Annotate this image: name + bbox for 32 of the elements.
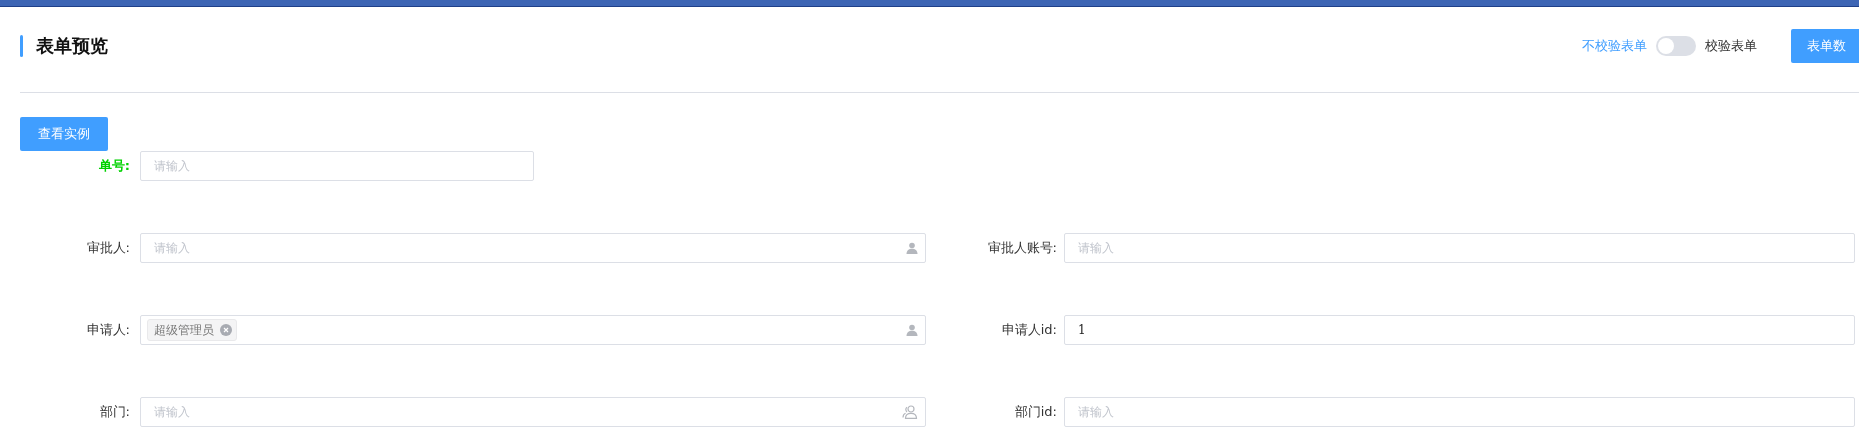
input-value: 1	[1077, 323, 1087, 337]
input-field[interactable]: 请输入	[1064, 233, 1855, 263]
title-accent-bar	[20, 35, 23, 57]
toggle-on-label: 校验表单	[1705, 37, 1757, 55]
user-icon[interactable]	[906, 324, 918, 336]
input-field[interactable]: 请输入	[1064, 397, 1855, 427]
field-label: 申请人:	[85, 321, 131, 339]
input-placeholder: 请输入	[153, 403, 191, 421]
input-field[interactable]: 1	[1064, 315, 1855, 345]
close-icon[interactable]	[220, 324, 232, 336]
field-label: 部门id:	[1013, 403, 1058, 421]
field-label: 申请人id:	[1000, 321, 1058, 339]
input-field[interactable]: 超级管理员	[140, 315, 926, 345]
input-placeholder: 请输入	[153, 239, 191, 257]
validate-switch[interactable]	[1656, 36, 1696, 56]
input-field[interactable]: 请输入	[140, 151, 534, 181]
page-title: 表单预览	[36, 34, 108, 58]
input-field[interactable]: 请输入	[140, 397, 926, 427]
input-field[interactable]: 请输入	[140, 233, 926, 263]
users-icon[interactable]	[902, 405, 918, 419]
field-label: 单号:	[97, 157, 131, 175]
field-label: 审批人:	[85, 239, 131, 257]
user-icon[interactable]	[906, 242, 918, 254]
input-placeholder: 请输入	[1077, 239, 1115, 257]
user-tag: 超级管理员	[147, 319, 237, 341]
field-label: 部门:	[98, 403, 131, 421]
input-placeholder: 请输入	[1077, 403, 1115, 421]
view-example-button[interactable]: 查看实例	[20, 117, 108, 151]
toggle-off-label: 不校验表单	[1582, 37, 1647, 55]
input-placeholder: 请输入	[153, 157, 191, 175]
form-data-button[interactable]: 表单数	[1791, 29, 1859, 63]
field-label: 审批人账号:	[986, 239, 1058, 257]
